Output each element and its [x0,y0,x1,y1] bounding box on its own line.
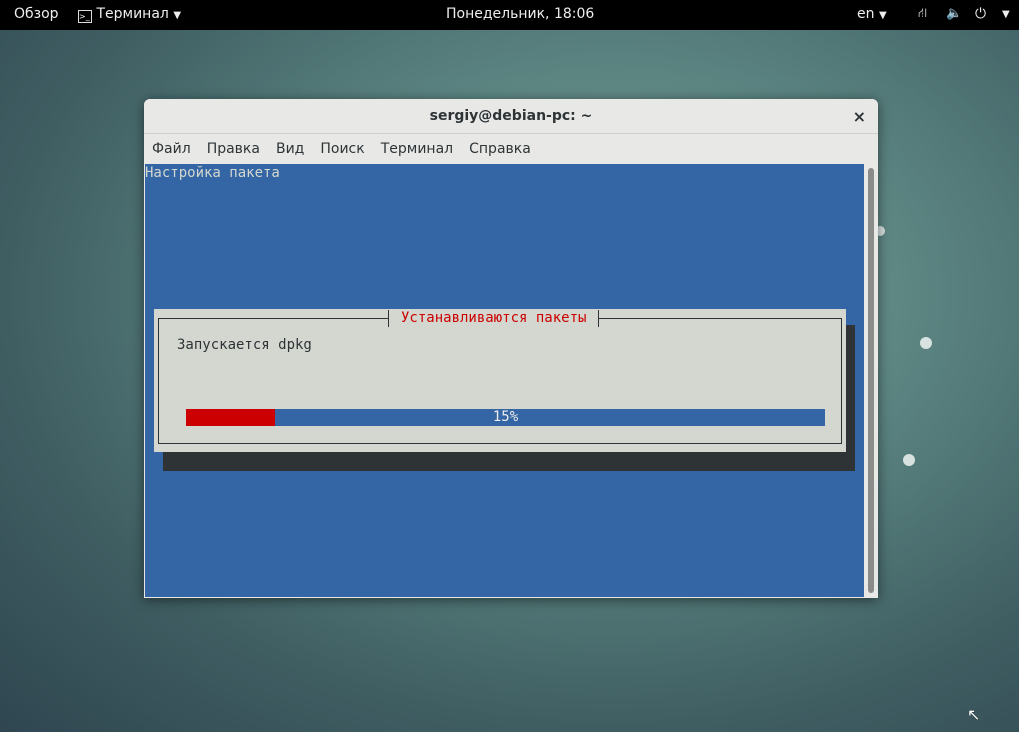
volume-icon[interactable]: 🔈 [946,6,962,21]
terminal-window: sergiy@debian-pc: ~ × Файл Правка Вид Пои… [144,99,878,598]
network-icon[interactable]: ⛙ [918,6,927,23]
language-menu[interactable]: en ▼ [857,6,887,22]
mouse-cursor-icon: ↖ [967,705,981,724]
progress-dialog: Устанавливаются пакеты Запускается dpkg … [154,309,846,452]
menu-search[interactable]: Поиск [320,141,364,157]
top-bar: Обзор >_ Терминал ▼ Понедельник, 18:06 e… [0,0,1019,30]
scrollbar-thumb[interactable] [868,168,874,593]
terminal-icon: >_ [78,10,92,23]
menu-edit[interactable]: Правка [207,141,260,157]
progress-label: 15% [492,409,519,425]
chevron-down-icon: ▼ [173,10,182,21]
screen-header: Настройка пакета [145,165,280,181]
scrollbar[interactable] [864,164,878,597]
chevron-down-icon: ▼ [878,10,887,21]
menu-terminal[interactable]: Терминал [381,141,453,157]
menu-file[interactable]: Файл [152,141,191,157]
wallpaper-dot [903,454,915,466]
menu-view[interactable]: Вид [276,141,304,157]
title-bar[interactable]: sergiy@debian-pc: ~ × [144,99,878,134]
progress-bar: 15% [186,409,825,426]
dialog-message: Запускается dpkg [177,337,312,353]
terminal-area[interactable]: Настройка пакета Устанавливаются пакеты … [145,164,864,597]
close-icon[interactable]: × [853,99,866,134]
activities-button[interactable]: Обзор [14,6,59,22]
wallpaper-dot [920,337,932,349]
window-title: sergiy@debian-pc: ~ [429,108,593,124]
system-menu-chevron-icon[interactable]: ▼ [1002,9,1010,20]
dialog-title: Устанавливаются пакеты [388,310,600,327]
clock[interactable]: Понедельник, 18:06 [446,6,594,22]
dialog-frame: Устанавливаются пакеты Запускается dpkg … [158,310,842,444]
language-label: en [857,6,875,22]
menu-help[interactable]: Справка [469,141,531,157]
power-icon[interactable]: ⏻ [975,6,986,22]
menu-bar: Файл Правка Вид Поиск Терминал Справка [144,134,878,164]
app-menu[interactable]: >_ Терминал ▼ [78,6,181,23]
app-menu-label: Терминал [96,6,169,22]
